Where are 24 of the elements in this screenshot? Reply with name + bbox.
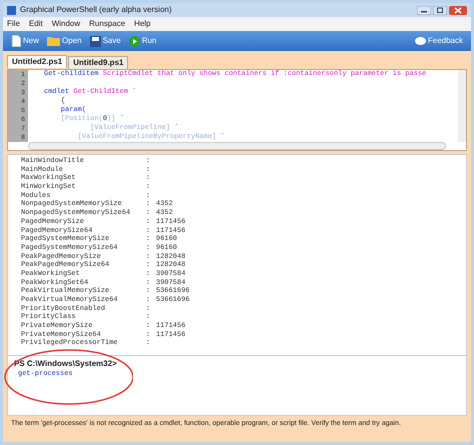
toolbar-button[interactable]: Run	[128, 35, 157, 47]
folder-icon	[47, 36, 60, 46]
horizontal-scrollbar[interactable]	[28, 142, 446, 150]
window-title: Graphical PowerShell (early alpha version)	[20, 4, 173, 16]
menu-item[interactable]: File	[7, 18, 20, 30]
speech-bubble-icon	[414, 36, 426, 46]
vertical-scrollbar[interactable]	[458, 70, 466, 142]
feedback-button[interactable]: Feedback	[414, 35, 463, 47]
maximize-icon[interactable]	[433, 6, 447, 14]
menu-item[interactable]: Help	[134, 18, 151, 30]
close-icon[interactable]	[449, 6, 467, 14]
menu-item[interactable]: Runspace	[89, 18, 126, 30]
toolbar-button[interactable]: New	[11, 35, 40, 47]
menu-item[interactable]: Window	[52, 18, 80, 30]
toolbar-button[interactable]: Open	[47, 35, 82, 47]
document-icon	[11, 35, 21, 47]
code-editor[interactable]	[7, 69, 467, 151]
file-tab[interactable]: Untitled2.ps1	[7, 55, 68, 68]
app-icon	[7, 6, 16, 14]
file-tab[interactable]: Untitled9.ps1	[68, 56, 128, 69]
toolbar-button[interactable]: Save	[90, 35, 121, 47]
minimize-icon[interactable]	[417, 6, 431, 14]
play-icon	[128, 36, 140, 46]
menu-item[interactable]: Edit	[28, 18, 43, 30]
